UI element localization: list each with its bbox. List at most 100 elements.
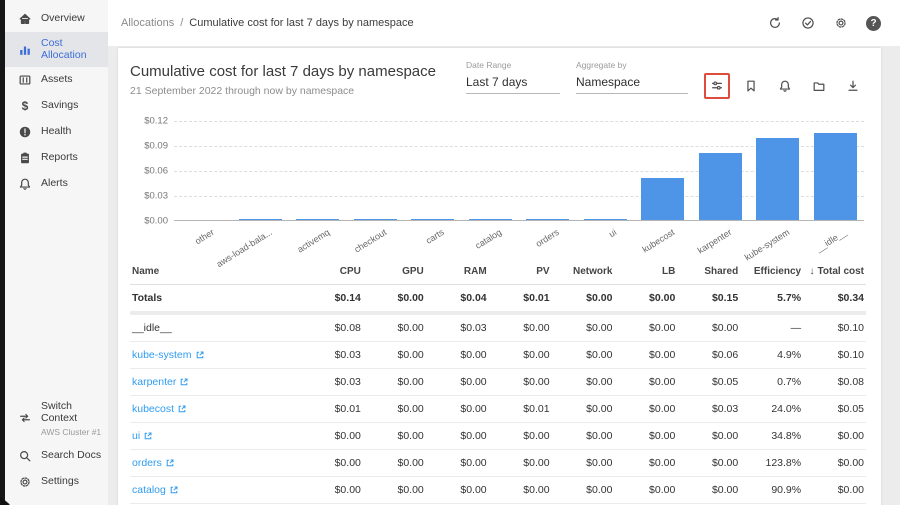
value-cell: $0.00 bbox=[426, 403, 489, 415]
value-cell: $0.10 bbox=[803, 349, 866, 361]
date-range-label: Date Range bbox=[466, 60, 560, 70]
sidebar-item-alerts[interactable]: Alerts bbox=[5, 171, 108, 197]
value-cell: $0.00 bbox=[614, 349, 677, 361]
namespace-link[interactable]: catalog bbox=[132, 484, 178, 496]
value-cell: $0.00 bbox=[426, 430, 489, 442]
row-name-cell: __idle__ bbox=[130, 322, 300, 334]
namespace-link[interactable]: ui bbox=[132, 430, 152, 442]
y-axis-tick-label: $0.12 bbox=[144, 116, 168, 127]
external-link-icon bbox=[166, 459, 174, 467]
check-circle-icon[interactable] bbox=[799, 15, 816, 32]
value-cell: $0.00 bbox=[363, 322, 426, 334]
column-header-network[interactable]: Network bbox=[552, 266, 615, 277]
table-header-row: NameCPUGPURAMPVNetworkLBSharedEfficiency… bbox=[130, 259, 866, 285]
namespace-link[interactable]: orders bbox=[132, 457, 174, 469]
title-block: Cumulative cost for last 7 days by names… bbox=[130, 60, 466, 97]
dollar-icon: $ bbox=[18, 99, 32, 113]
bar-catalog[interactable] bbox=[469, 219, 512, 220]
value-cell: $0.00 bbox=[489, 322, 552, 334]
namespace-link[interactable]: karpenter bbox=[132, 376, 188, 388]
bar-carts[interactable] bbox=[411, 219, 454, 220]
totals-row: Totals$0.14$0.00$0.04$0.01$0.00$0.00$0.1… bbox=[130, 285, 866, 315]
aggregate-value: Namespace bbox=[576, 75, 640, 89]
chart-bar-slot: karpenter bbox=[692, 121, 750, 220]
value-cell: 90.9% bbox=[740, 484, 803, 496]
aggregate-label: Aggregate by bbox=[576, 60, 688, 70]
column-header-name[interactable]: Name bbox=[130, 266, 300, 277]
column-header-cpu[interactable]: CPU bbox=[300, 266, 363, 277]
gear-icon[interactable] bbox=[832, 15, 849, 32]
value-cell: $0.34 bbox=[803, 292, 866, 304]
namespace-link[interactable]: kube-system bbox=[132, 349, 204, 361]
bar-karpenter[interactable] bbox=[699, 153, 742, 221]
column-header-gpu[interactable]: GPU bbox=[363, 266, 426, 277]
breadcrumb: Allocations / Cumulative cost for last 7… bbox=[121, 17, 414, 29]
column-header-efficiency[interactable]: Efficiency bbox=[740, 266, 803, 277]
value-cell: $0.01 bbox=[489, 403, 552, 415]
sidebar-item-assets[interactable]: Assets bbox=[5, 67, 108, 93]
y-axis-tick-label: $0.00 bbox=[144, 216, 168, 227]
sidebar-item-label: Alerts bbox=[41, 178, 68, 190]
sidebar-item-label: Overview bbox=[41, 13, 85, 25]
aggregate-select[interactable]: Namespace bbox=[576, 70, 688, 94]
bar-checkout[interactable] bbox=[354, 219, 397, 220]
date-range-select[interactable]: Last 7 days bbox=[466, 70, 560, 94]
value-cell: $0.00 bbox=[552, 292, 615, 304]
sidebar-item-reports[interactable]: Reports bbox=[5, 145, 108, 171]
breadcrumb-separator: / bbox=[180, 17, 183, 29]
gear-icon bbox=[18, 475, 32, 489]
bell-icon[interactable] bbox=[772, 73, 798, 99]
value-cell: — bbox=[740, 322, 803, 334]
sidebar-item-label: Health bbox=[41, 126, 71, 138]
sidebar-item-savings[interactable]: $Savings bbox=[5, 93, 108, 119]
bar-kube-system[interactable] bbox=[756, 138, 799, 220]
row-name-cell: orders bbox=[130, 457, 300, 469]
chart-bar-slot: carts bbox=[404, 121, 462, 220]
folder-icon[interactable] bbox=[806, 73, 832, 99]
refresh-icon[interactable] bbox=[766, 15, 783, 32]
download-icon[interactable] bbox=[840, 73, 866, 99]
bar--idle-[interactable] bbox=[814, 133, 857, 220]
bookmark-icon[interactable] bbox=[738, 73, 764, 99]
value-cell: $0.00 bbox=[300, 484, 363, 496]
value-cell: $0.14 bbox=[300, 292, 363, 304]
value-cell: $0.00 bbox=[363, 292, 426, 304]
column-header-shared[interactable]: Shared bbox=[677, 266, 740, 277]
topbar-icons: ? bbox=[766, 15, 882, 32]
value-cell: $0.00 bbox=[489, 376, 552, 388]
external-link-icon bbox=[170, 486, 178, 494]
sidebar-item-cost-allocation[interactable]: Cost Allocation bbox=[5, 32, 108, 67]
value-cell: $0.03 bbox=[300, 349, 363, 361]
bar-activemq[interactable] bbox=[296, 219, 339, 220]
namespace-link[interactable]: kubecost bbox=[132, 403, 186, 415]
breadcrumb-parent[interactable]: Allocations bbox=[121, 17, 174, 29]
value-cell: $0.00 bbox=[614, 376, 677, 388]
column-header-ram[interactable]: RAM bbox=[426, 266, 489, 277]
row-name-cell: catalog bbox=[130, 484, 300, 496]
column-header-pv[interactable]: PV bbox=[489, 266, 552, 277]
bar-orders[interactable] bbox=[526, 219, 569, 220]
column-header-total-cost[interactable]: ↓Total cost bbox=[803, 266, 866, 277]
help-icon[interactable]: ? bbox=[865, 15, 882, 32]
value-cell: $0.00 bbox=[552, 430, 615, 442]
tune-icon[interactable] bbox=[704, 73, 730, 99]
row-name-cell: kube-system bbox=[130, 349, 300, 361]
column-header-lb[interactable]: LB bbox=[614, 266, 677, 277]
report-card: Cumulative cost for last 7 days by names… bbox=[118, 48, 881, 505]
value-cell: $0.03 bbox=[426, 322, 489, 334]
sidebar-item-switch-context[interactable]: Switch ContextAWS Cluster #1 bbox=[5, 394, 108, 443]
sidebar-item-health[interactable]: Health bbox=[5, 119, 108, 145]
bar-ui[interactable] bbox=[584, 219, 627, 220]
value-cell: $0.00 bbox=[363, 376, 426, 388]
sidebar-item-search-docs[interactable]: Search Docs bbox=[5, 443, 108, 469]
row-name-cell: karpenter bbox=[130, 376, 300, 388]
value-cell: $0.00 bbox=[803, 484, 866, 496]
value-cell: 24.0% bbox=[740, 403, 803, 415]
sidebar-item-overview[interactable]: Overview bbox=[5, 6, 108, 32]
value-cell: $0.08 bbox=[803, 376, 866, 388]
bar-kubecost[interactable] bbox=[641, 178, 684, 221]
sidebar-item-settings[interactable]: Settings bbox=[5, 469, 108, 495]
value-cell: $0.00 bbox=[803, 457, 866, 469]
external-link-icon bbox=[180, 378, 188, 386]
bar-aws-load-bala-[interactable] bbox=[239, 219, 282, 220]
